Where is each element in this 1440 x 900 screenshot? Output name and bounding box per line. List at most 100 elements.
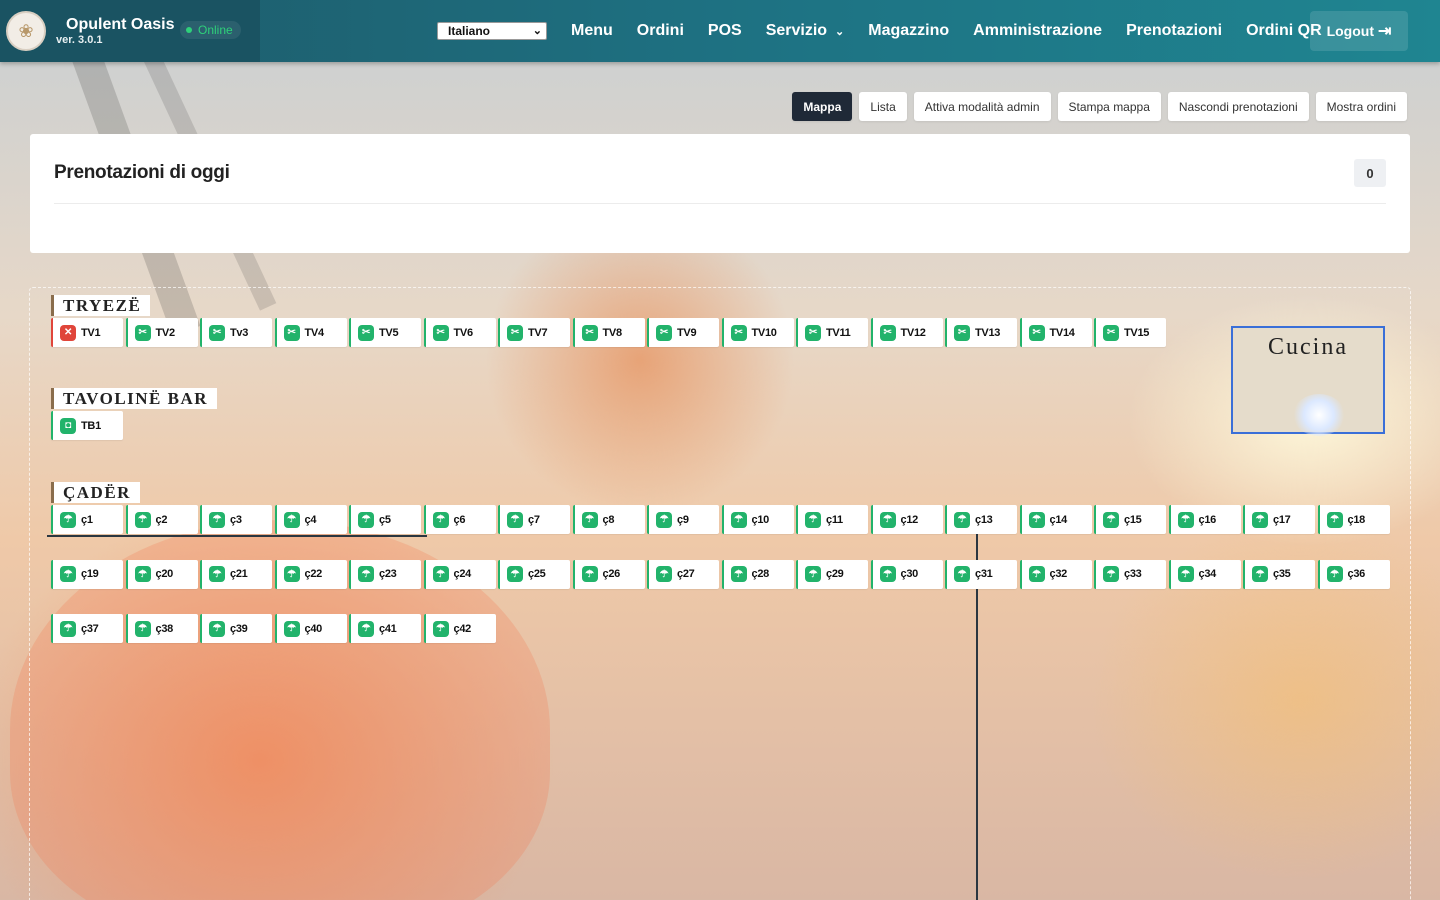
umbrella-icon: ☂ [730,511,747,528]
umbrella-ç11[interactable]: ☂ ç11 [796,505,868,534]
umbrella-ç27[interactable]: ☂ ç27 [647,559,719,589]
umbrella-ç10[interactable]: ☂ ç10 [721,505,794,534]
table-tv2[interactable]: ✂ TV2 [125,318,198,347]
umbrella-ç18[interactable]: ☂ ç18 [1317,505,1390,534]
table-tv3[interactable]: ✂ Tv3 [200,318,272,347]
nav-link-prenotazioni[interactable]: Prenotazioni [1126,22,1222,40]
opulent-logo-icon[interactable]: ❀ [6,11,46,51]
nav-dropdown-servizio[interactable]: Servizio ⌄ [766,22,845,40]
umbrella-ç4[interactable]: ☂ ç4 [274,505,347,534]
umbrella-ç34[interactable]: ☂ ç34 [1168,559,1241,589]
umbrella-label: ç31 [975,568,993,580]
umbrella-icon: ☂ [358,511,374,528]
section-label-bar: TAVOLINË BAR [51,388,218,409]
umbrella-label: ç6 [453,513,466,526]
umbrella-ç14[interactable]: ☂ ç14 [1019,505,1092,534]
umbrella-ç31[interactable]: ☂ ç31 [945,559,1017,589]
umbrella-ç24[interactable]: ☂ ç24 [423,559,496,589]
status-text: Online [198,23,233,37]
umbrella-icon: ☂ [507,511,523,528]
kitchen-area[interactable]: Cucina [1231,326,1385,436]
table-tv10[interactable]: ✂ TV10 [721,318,794,347]
table-tv13[interactable]: ✂ TV13 [945,318,1017,347]
umbrella-label: ç28 [751,568,770,580]
umbrella-ç7[interactable]: ☂ ç7 [498,505,570,534]
language-select[interactable]: Italiano ⌄ [437,22,547,40]
nav-link-ordini[interactable]: Ordini [637,22,684,40]
umbrella-ç33[interactable]: ☂ ç33 [1094,559,1166,589]
umbrella-ç35[interactable]: ☂ ç35 [1243,559,1315,589]
nav-link-menu[interactable]: Menu [571,22,613,40]
table-tv5[interactable]: ✂ TV5 [349,318,421,347]
nav-link-magazzino[interactable]: Magazzino [868,22,949,40]
table-tv6[interactable]: ✂ TV6 [423,318,496,347]
list-view-button[interactable]: Lista [859,92,907,121]
table-tv14[interactable]: ✂ TV14 [1019,318,1092,347]
umbrella-icon: ☂ [358,620,374,637]
umbrella-ç13[interactable]: ☂ ç13 [945,505,1017,534]
umbrella-ç6[interactable]: ☂ ç6 [423,505,496,534]
table-tv7[interactable]: ✂ TV7 [498,318,570,347]
utensils-icon: ✂ [1028,324,1045,341]
reservations-card: Prenotazioni di oggi 0 [30,134,1410,253]
table-tv15[interactable]: ✂ TV15 [1094,318,1166,347]
umbrella-icon: ☂ [134,566,151,582]
nav-link-amministrazione[interactable]: Amministrazione [973,22,1102,40]
table-label: TV12 [900,326,926,339]
bar-table-tb1[interactable]: ◘ TB1 [51,411,123,440]
table-tv9[interactable]: ✂ TV9 [647,318,719,347]
map-view-button[interactable]: Mappa [792,92,853,121]
umbrella-icon: ☂ [954,566,970,582]
umbrella-label: ç8 [602,513,615,526]
logout-label: Logout [1326,23,1374,39]
utensils-icon: ✂ [730,324,747,341]
umbrella-icon: ☂ [1252,511,1268,528]
umbrella-ç3[interactable]: ☂ ç3 [200,505,272,534]
logout-button[interactable]: Logout ⇥ [1310,11,1408,51]
umbrella-ç40[interactable]: ☂ ç40 [274,614,347,643]
umbrella-ç2[interactable]: ☂ ç2 [125,505,198,534]
table-tv8[interactable]: ✂ TV8 [572,318,645,347]
umbrella-icon: ☂ [134,511,151,528]
umbrella-ç22[interactable]: ☂ ç22 [274,559,347,589]
umbrella-ç21[interactable]: ☂ ç21 [200,559,272,589]
umbrella-ç1[interactable]: ☂ ç1 [51,505,123,534]
umbrella-ç15[interactable]: ☂ ç15 [1094,505,1166,534]
table-label: TV2 [155,326,176,339]
admin-mode-button[interactable]: Attiva modalità admin [913,92,1051,121]
umbrella-ç26[interactable]: ☂ ç26 [572,559,645,589]
umbrella-ç20[interactable]: ☂ ç20 [125,559,198,589]
umbrella-ç36[interactable]: ☂ ç36 [1317,559,1390,589]
print-map-button[interactable]: Stampa mappa [1057,92,1161,121]
umbrella-ç12[interactable]: ☂ ç12 [870,505,943,534]
umbrella-ç30[interactable]: ☂ ç30 [870,559,943,589]
umbrella-ç17[interactable]: ☂ ç17 [1243,505,1315,534]
umbrella-ç28[interactable]: ☂ ç28 [721,559,794,589]
umbrella-label: ç16 [1198,513,1217,526]
utensils-icon: ✂ [209,324,225,341]
umbrella-ç29[interactable]: ☂ ç29 [796,559,868,589]
hide-reservations-button[interactable]: Nascondi prenotazioni [1167,92,1309,121]
umbrella-ç38[interactable]: ☂ ç38 [125,614,198,643]
section-label-tables: TRYEZË [51,295,151,316]
umbrella-ç8[interactable]: ☂ ç8 [572,505,645,534]
umbrella-icon: ☂ [879,566,896,582]
nav-link-pos[interactable]: POS [708,22,742,40]
umbrella-ç19[interactable]: ☂ ç19 [51,559,123,589]
table-tv4[interactable]: ✂ TV4 [274,318,347,347]
umbrella-ç23[interactable]: ☂ ç23 [349,559,421,589]
umbrella-ç37[interactable]: ☂ ç37 [51,614,123,643]
umbrella-ç39[interactable]: ☂ ç39 [200,614,272,643]
umbrella-ç32[interactable]: ☂ ç32 [1019,559,1092,589]
table-tv11[interactable]: ✂ TV11 [796,318,868,347]
umbrella-ç9[interactable]: ☂ ç9 [647,505,719,534]
umbrella-ç5[interactable]: ☂ ç5 [349,505,421,534]
umbrella-ç25[interactable]: ☂ ç25 [498,559,570,589]
umbrella-ç41[interactable]: ☂ ç41 [349,614,421,643]
table-tv1[interactable]: ✕ TV1 [51,318,123,347]
show-orders-button[interactable]: Mostra ordini [1315,92,1407,121]
umbrella-ç16[interactable]: ☂ ç16 [1168,505,1241,534]
umbrella-ç42[interactable]: ☂ ç42 [423,614,496,643]
floor-map [29,287,1411,900]
table-tv12[interactable]: ✂ TV12 [870,318,943,347]
